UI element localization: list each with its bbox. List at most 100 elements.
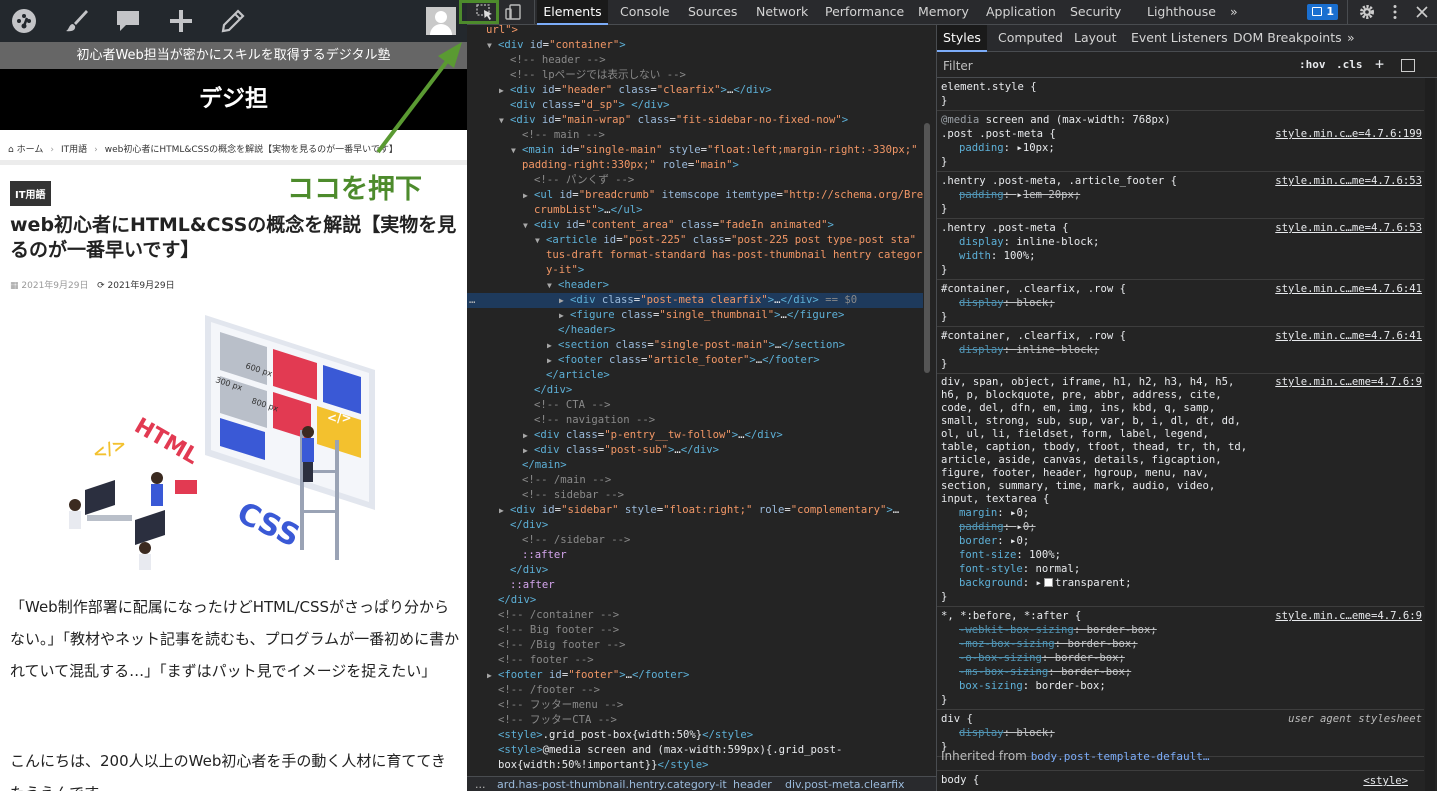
dom-crumb-header[interactable]: header [733,778,772,791]
rule-selector[interactable]: .hentry .post-meta, .article_footer { [941,175,1177,187]
dom-expand-triangle[interactable]: ▶ [559,293,570,308]
dom-line[interactable]: <!-- navigation --> [467,413,923,428]
color-swatch[interactable] [1043,578,1053,587]
dom-line[interactable]: ▶ <div id="sidebar" style="float:right;" … [467,503,923,518]
dom-line[interactable]: ▼ <div id="container"> [467,38,923,53]
rule-source-link[interactable]: style.min.c…eme=4.7.6:9 [1275,609,1422,623]
dom-line[interactable]: </header> [467,323,923,338]
dom-line[interactable]: ▶ <div class="post-sub">…</div> [467,443,923,458]
dom-line[interactable]: </div> [467,563,923,578]
dom-line[interactable]: <!-- /sidebar --> [467,533,923,548]
expand-shorthand-icon[interactable]: ▸ [1016,189,1022,201]
css-prop-name[interactable]: padding [959,142,1004,154]
tab-console[interactable]: Console [620,0,670,24]
dom-line[interactable]: </div> [467,383,923,398]
css-prop-value[interactable]: block; [1016,297,1054,309]
css-property[interactable]: display: inline-block; [941,235,1420,249]
css-property[interactable]: padding: ▸0; [941,520,1420,534]
css-property[interactable]: margin: ▸0; [941,506,1420,520]
css-property[interactable]: border: ▸0; [941,534,1420,548]
dom-line-selected[interactable]: … ▶ <div class="post-meta clearfix">…</div… [467,293,923,308]
dom-line[interactable]: <!-- /container --> [467,608,923,623]
dom-expand-triangle[interactable]: ▼ [523,218,534,233]
dom-crumb-post-meta[interactable]: div.post-meta.clearfix [785,778,905,791]
new-rule-plus-icon[interactable]: + [1375,55,1384,73]
subtab-styles[interactable]: Styles [937,25,987,52]
dom-line[interactable]: <!-- フッターmenu --> [467,698,923,713]
customize-brush-icon[interactable] [63,7,91,35]
css-prop-value[interactable]: border-box; [1055,652,1125,664]
dom-line[interactable]: ▼ <article id="post-225" class="post-225 … [467,233,923,248]
tab-performance[interactable]: Performance [825,0,904,24]
dom-line[interactable]: <!-- sidebar --> [467,488,923,503]
dom-line[interactable]: <!-- CTA --> [467,398,923,413]
dom-line[interactable]: </div> [467,518,923,533]
css-prop-value[interactable]: 1em 20px; [1023,189,1080,201]
tab-application[interactable]: Application [986,0,1056,24]
css-prop-name[interactable]: font-size [959,549,1016,561]
dom-line[interactable]: ▶ <div class="p-entry__tw-follow">…</div> [467,428,923,443]
dom-line[interactable]: ▼ <div id="main-wrap" class="fit-sidebar-… [467,113,923,128]
dom-line[interactable]: <!-- パンくず --> [467,173,923,188]
dom-line[interactable]: y-it"> [467,263,923,278]
dom-scrollbar[interactable] [924,123,930,373]
dom-line[interactable]: ▶ <footer class="article_footer">…</foote… [467,353,923,368]
dom-expand-triangle[interactable]: ▼ [499,113,510,128]
css-property[interactable]: padding: ▸10px; [941,141,1420,155]
comments-icon[interactable] [114,7,142,35]
dom-expand-triangle[interactable]: ▼ [487,38,498,53]
dom-line[interactable]: crumbList">…</ul> [467,203,923,218]
dom-expand-triangle[interactable]: ▼ [535,233,546,248]
css-prop-name[interactable]: -moz-box-sizing [959,638,1055,650]
css-prop-name[interactable]: box-sizing [959,680,1023,692]
dom-expand-triangle[interactable]: ▶ [499,83,510,98]
css-property[interactable]: padding: ▸1em 20px; [941,188,1420,202]
dom-line[interactable]: <!-- Big footer --> [467,623,923,638]
rule-selector[interactable]: .post .post-meta { [941,128,1056,140]
css-prop-value[interactable]: border-box; [1087,624,1157,636]
user-avatar[interactable] [426,7,456,35]
dom-expand-triangle[interactable]: ▼ [547,278,558,293]
dom-line[interactable]: <!-- main --> [467,128,923,143]
toggle-sidebar-icon[interactable] [1401,59,1415,72]
css-property[interactable]: -webkit-box-sizing: border-box; [941,623,1420,637]
tab-elements[interactable]: Elements [537,0,608,25]
inherited-selector-link[interactable]: body.post-template-default… [1031,750,1210,763]
dom-expand-triangle[interactable]: ▶ [547,338,558,353]
dom-line[interactable]: ▼ <header> [467,278,923,293]
dom-expand-triangle[interactable]: ▶ [559,308,570,323]
expand-shorthand-icon[interactable]: ▸ [1016,521,1022,533]
css-prop-value[interactable]: inline-block; [1016,344,1099,356]
rule-selector[interactable]: div { [941,713,973,725]
css-property[interactable]: font-size: 100%; [941,548,1420,562]
css-prop-value[interactable]: 0; [1016,535,1029,547]
css-prop-name[interactable]: display [959,344,1004,356]
dom-expand-triangle[interactable]: ▶ [487,668,498,683]
dom-line[interactable]: <!-- lpページでは表示しない --> [467,68,923,83]
css-prop-name[interactable]: -ms-box-sizing [959,666,1048,678]
css-prop-value[interactable]: 100%; [1004,250,1036,262]
rule-selector[interactable]: #container, .clearfix, .row { [941,283,1126,295]
tab-lighthouse[interactable]: Lighthouse [1147,0,1216,24]
category-badge[interactable]: IT用語 [10,181,51,206]
rule-selector[interactable]: div, span, object, iframe, h1, h2, h3, h… [941,376,1251,506]
dom-line[interactable]: ▶ <footer id="footer">…</footer> [467,668,923,683]
rule-selector[interactable]: .hentry .post-meta { [941,222,1069,234]
css-prop-value[interactable]: transparent; [1055,577,1132,589]
dom-line[interactable]: <!-- header --> [467,53,923,68]
css-prop-name[interactable]: -o-box-sizing [959,652,1042,664]
css-prop-name[interactable]: padding [959,521,1004,533]
dom-line[interactable]: ▶ <ul id="breadcrumb" itemscope itemtype=… [467,188,923,203]
subtab-event-listeners[interactable]: Event Listeners [1131,25,1228,51]
dom-expand-triangle[interactable]: ▼ [511,143,522,158]
subtab-dom-breakpoints[interactable]: DOM Breakpoints [1233,25,1342,51]
css-prop-value[interactable]: normal; [1036,563,1081,575]
css-property[interactable]: box-sizing: border-box; [941,679,1420,693]
css-prop-name[interactable]: margin [959,507,997,519]
dom-expand-triangle[interactable]: ▶ [547,353,558,368]
css-prop-value[interactable]: 100%; [1029,549,1061,561]
css-property[interactable]: display: block; [941,296,1420,310]
dom-line[interactable]: <!-- フッターCTA --> [467,713,923,728]
rule-source-link[interactable]: style.min.c…eme=4.7.6:9 [1275,376,1422,389]
dom-line[interactable]: <style>@media screen and (max-width:599p… [467,743,923,758]
